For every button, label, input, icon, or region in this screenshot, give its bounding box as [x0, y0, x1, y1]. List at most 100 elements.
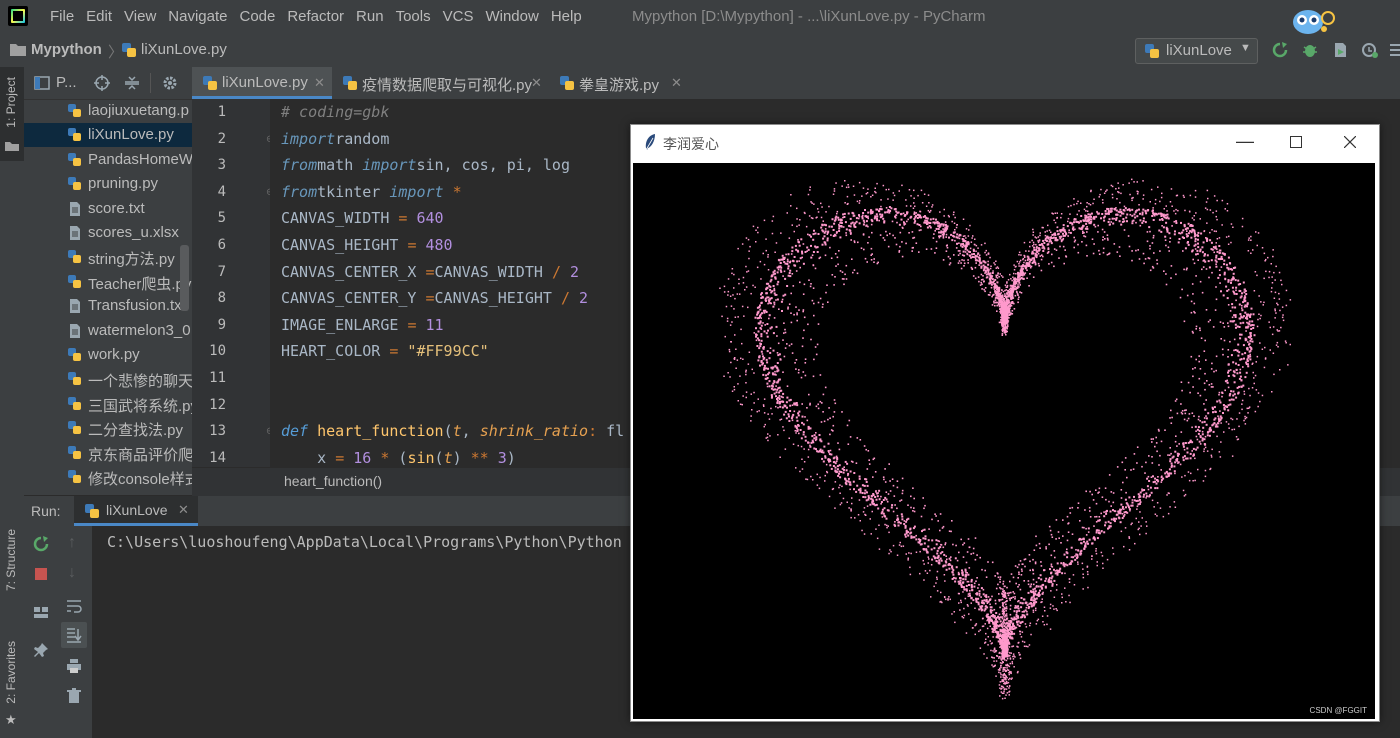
heart-particle — [1059, 245, 1061, 248]
menu-item-navigate[interactable]: Navigate — [162, 8, 233, 25]
close-icon[interactable]: ✕ — [314, 75, 325, 91]
heart-particle — [782, 400, 785, 403]
heart-particle — [896, 480, 899, 482]
menu-item-tools[interactable]: Tools — [390, 8, 437, 25]
locate-icon[interactable] — [94, 75, 110, 91]
project-file-item[interactable]: 二分查找法.py — [24, 416, 192, 440]
structure-tool-tab[interactable]: 7: Structure — [4, 529, 18, 591]
project-file-item[interactable]: string方法.py — [24, 245, 192, 269]
more-icon[interactable] — [1390, 42, 1400, 58]
profile-icon[interactable] — [1362, 42, 1378, 58]
heart-particle — [962, 581, 965, 584]
menu-item-vcs[interactable]: VCS — [437, 8, 480, 25]
minimize-button[interactable]: — — [1236, 131, 1254, 152]
heart-particle — [950, 233, 953, 236]
project-scrollbar[interactable] — [180, 245, 189, 311]
heart-particle — [1104, 238, 1106, 240]
menu-item-help[interactable]: Help — [545, 8, 588, 25]
layout-icon[interactable] — [33, 604, 49, 620]
heart-particle — [852, 271, 854, 274]
close-button[interactable] — [1344, 136, 1356, 148]
run-tab[interactable]: liXunLove ✕ — [74, 496, 198, 526]
heart-particle — [1008, 597, 1011, 600]
print-icon[interactable] — [66, 658, 82, 674]
heart-particle — [973, 582, 976, 585]
breadcrumb-file[interactable]: liXunLove.py — [141, 41, 227, 58]
heart-particle — [927, 556, 929, 558]
close-icon[interactable]: ✕ — [671, 75, 682, 91]
heart-particle — [1118, 191, 1120, 194]
heart-particle — [828, 225, 831, 228]
run-configuration-select[interactable]: liXunLove ▼ — [1135, 38, 1258, 64]
heart-particle — [1095, 502, 1098, 505]
project-file-item[interactable]: 一个悲惨的聊天记 — [24, 367, 192, 391]
trash-icon[interactable] — [66, 688, 82, 704]
project-file-item[interactable]: scores_u.xlsx — [24, 221, 192, 245]
project-file-item[interactable]: score.txt — [24, 197, 192, 221]
down-arrow-icon[interactable]: ↓ — [68, 564, 76, 582]
coverage-icon[interactable] — [1332, 42, 1348, 58]
project-file-item[interactable]: work.py — [24, 343, 192, 367]
editor-tab[interactable]: 拳皇游戏.py ✕ — [549, 67, 689, 99]
collapse-all-icon[interactable] — [124, 75, 140, 91]
project-file-item[interactable]: 修改console样式 — [24, 465, 192, 489]
stop-icon[interactable] — [33, 566, 49, 582]
heart-particle — [796, 312, 798, 314]
rerun-icon[interactable] — [33, 536, 49, 552]
menu-item-file[interactable]: File — [44, 8, 80, 25]
project-tool-tab[interactable]: 1: Project — [4, 77, 18, 128]
heart-particle — [800, 437, 803, 440]
scroll-to-end-button[interactable] — [61, 622, 87, 648]
python-file-icon — [122, 43, 136, 57]
project-view-select[interactable]: P... — [56, 74, 77, 91]
heart-particle — [885, 230, 887, 233]
project-file-item[interactable]: PandasHomeW — [24, 148, 192, 172]
project-file-item[interactable]: watermelon3_0 — [24, 319, 192, 343]
breadcrumb-project[interactable]: Mypython — [31, 41, 102, 58]
up-arrow-icon[interactable]: ↑ — [68, 534, 76, 552]
close-icon[interactable]: ✕ — [178, 502, 189, 518]
heart-particle — [999, 576, 1002, 578]
soft-wrap-icon[interactable] — [66, 598, 82, 614]
mascot-icon[interactable] — [1290, 5, 1338, 35]
heart-particle — [781, 310, 783, 312]
heart-particle — [801, 421, 804, 424]
heart-particle — [1221, 392, 1224, 394]
project-file-item[interactable]: Transfusion.txt — [24, 294, 192, 318]
project-file-item[interactable]: Teacher爬虫.py — [24, 270, 192, 294]
heart-particle — [1199, 327, 1201, 329]
editor-tab[interactable]: liXunLove.py ✕ — [192, 67, 332, 99]
menu-item-view[interactable]: View — [118, 8, 162, 25]
heart-particle — [887, 509, 890, 512]
heart-particle — [799, 266, 801, 269]
project-file-item[interactable]: 京东商品评价爬虫 — [24, 441, 192, 465]
project-file-item[interactable]: laojiuxuetang.p — [24, 99, 192, 123]
heart-particle — [923, 528, 926, 531]
heart-particle — [1217, 422, 1219, 424]
project-file-item[interactable]: liXunLove.py — [24, 123, 192, 148]
rerun-icon[interactable] — [1272, 42, 1288, 58]
pin-icon[interactable] — [33, 642, 49, 658]
menu-item-edit[interactable]: Edit — [80, 8, 118, 25]
gear-icon[interactable] — [162, 75, 178, 91]
debug-icon[interactable] — [1302, 42, 1318, 58]
heart-particle — [1032, 252, 1034, 255]
menu-item-window[interactable]: Window — [479, 8, 544, 25]
heart-particle — [1119, 512, 1121, 515]
heart-particle — [1027, 264, 1029, 267]
favorites-tool-tab[interactable]: 2: Favorites — [4, 641, 18, 704]
menu-item-run[interactable]: Run — [350, 8, 390, 25]
project-file-item[interactable]: pruning.py — [24, 172, 192, 196]
editor-breadcrumb[interactable]: heart_function() — [284, 473, 382, 489]
maximize-button[interactable] — [1290, 136, 1302, 148]
menu-item-code[interactable]: Code — [233, 8, 281, 25]
heart-particle — [885, 207, 888, 209]
heart-particle — [1161, 218, 1164, 220]
menu-item-refactor[interactable]: Refactor — [281, 8, 350, 25]
heart-particle — [839, 476, 842, 479]
editor-tab[interactable]: 疫情数据爬取与可视化.py ✕ — [332, 67, 549, 99]
close-icon[interactable]: ✕ — [531, 75, 542, 91]
heart-particle — [987, 561, 989, 563]
heart-particle — [1210, 248, 1213, 251]
project-file-item[interactable]: 三国武将系统.py — [24, 392, 192, 416]
